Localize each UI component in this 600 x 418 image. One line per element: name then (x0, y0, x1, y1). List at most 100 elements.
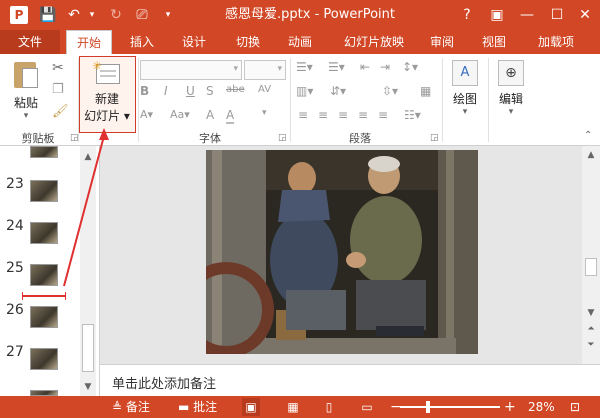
line-spacing-icon[interactable]: ↕▾ (402, 60, 418, 74)
save-icon[interactable]: 💾 (38, 5, 58, 25)
window-title: 感恩母爱.pptx - PowerPoint (225, 7, 395, 22)
align-text-icon[interactable]: ⇳▾ (382, 84, 398, 98)
slide-thumbnail[interactable] (30, 264, 58, 286)
slide-thumbnail[interactable] (30, 180, 58, 202)
slide-thumbnail[interactable] (30, 306, 58, 328)
tab-file[interactable]: 文件 (0, 30, 60, 54)
grow-font-icon[interactable]: A▾ (140, 108, 153, 121)
scroll-thumb[interactable] (82, 324, 94, 372)
normal-view-icon[interactable]: ▣ (242, 398, 260, 416)
clear-formatting-icon[interactable]: A (206, 108, 214, 122)
increase-indent-icon[interactable]: ⇥ (380, 60, 390, 74)
change-case-icon[interactable]: Aa▾ (170, 108, 190, 121)
notes-toggle-button[interactable]: ≜ 备注 (112, 396, 150, 418)
slide-number: 25 (6, 260, 24, 276)
underline-icon[interactable]: U (186, 84, 195, 98)
zoom-slider[interactable] (400, 401, 500, 413)
align-right-icon[interactable]: ≡ (338, 108, 348, 122)
fit-slide-icon[interactable]: ⊡ (566, 398, 584, 416)
text-direction-icon[interactable]: ⇵▾ (330, 84, 346, 98)
format-painter-icon[interactable]: 🖌 (52, 104, 69, 119)
font-launcher-icon[interactable]: ◲ (278, 133, 287, 143)
current-slide[interactable] (206, 150, 478, 354)
slide-show-icon[interactable]: ▭ (358, 398, 376, 416)
close-icon[interactable]: ✕ (570, 0, 600, 30)
next-slide-icon[interactable]: ⏷ (583, 338, 599, 352)
undo-dropdown-icon[interactable]: ▾ (82, 5, 102, 25)
title-bar: P 💾 ↶ ▾ ↻ ⎚ ▾ 感恩母爱.pptx - PowerPoint ? ▣… (0, 0, 600, 30)
slide-scrollbar[interactable]: ▲ ▼ ⏶ ⏷ (582, 146, 600, 364)
zoom-in-icon[interactable]: + (504, 396, 516, 418)
help-icon[interactable]: ? (452, 0, 482, 30)
editing-label: 编辑 (498, 92, 523, 106)
font-size-dropdown[interactable]: ▾ (244, 60, 286, 80)
tab-transitions[interactable]: 切换 (226, 30, 270, 54)
reading-view-icon[interactable]: ▯ (320, 398, 338, 416)
shapes-icon: A (452, 60, 478, 86)
slide-thumbnail[interactable] (30, 146, 58, 158)
bold-icon[interactable]: B (140, 84, 149, 98)
font-color-icon[interactable]: A (226, 108, 235, 124)
customize-qat-icon[interactable]: ▾ (158, 5, 178, 25)
font-name-dropdown[interactable]: ▾ (140, 60, 242, 80)
undo-icon[interactable]: ↶ (64, 5, 84, 25)
notes-pane[interactable]: 单击此处添加备注 (100, 364, 600, 396)
restore-icon[interactable]: ☐ (542, 0, 572, 30)
columns-icon[interactable]: ▥▾ (296, 84, 313, 98)
paragraph-spacing-icon[interactable]: ☷▾ (404, 108, 421, 122)
cut-icon[interactable]: ✂ (52, 60, 64, 76)
smartart-icon[interactable]: ▦ (420, 84, 431, 98)
slide-thumbnail[interactable] (30, 222, 58, 244)
zoom-level[interactable]: 28% (528, 396, 555, 418)
distributed-icon[interactable]: ≡ (378, 108, 388, 122)
paragraph-launcher-icon[interactable]: ◲ (430, 133, 439, 143)
previous-slide-icon[interactable]: ⏶ (583, 322, 599, 336)
scroll-up-icon[interactable]: ▲ (583, 148, 599, 162)
copy-icon[interactable]: ❐ (52, 82, 64, 97)
scroll-up-icon[interactable]: ▲ (80, 150, 96, 164)
justify-icon[interactable]: ≡ (358, 108, 368, 122)
separator (290, 58, 291, 142)
tab-design[interactable]: 设计 (172, 30, 216, 54)
thumbnail-scrollbar[interactable]: ▲ ▼ (80, 146, 96, 396)
numbering-icon[interactable]: ☰▾ (328, 60, 345, 74)
separator (442, 58, 443, 142)
text-shadow-icon[interactable]: S (206, 84, 214, 98)
character-spacing-icon[interactable]: AV (258, 84, 271, 95)
tab-view[interactable]: 视图 (472, 30, 516, 54)
redo-icon[interactable]: ↻ (106, 5, 126, 25)
align-left-icon[interactable]: ≡ (298, 108, 308, 122)
collapse-ribbon-icon[interactable]: ⌃ (584, 130, 592, 141)
new-slide-button[interactable]: ✳ 新建 幻灯片 ▾ (82, 60, 132, 124)
separator (488, 58, 489, 142)
bullets-icon[interactable]: ☰▾ (296, 60, 313, 74)
italic-icon[interactable]: I (164, 84, 168, 98)
scroll-down-icon[interactable]: ▼ (80, 380, 96, 394)
strikethrough-icon[interactable]: abe (226, 84, 245, 95)
notes-placeholder[interactable]: 单击此处添加备注 (112, 373, 216, 392)
tab-home[interactable]: 开始 (66, 30, 112, 54)
slide-sorter-icon[interactable]: ▦ (284, 398, 302, 416)
slide-thumbnail[interactable] (30, 348, 58, 370)
tab-addins[interactable]: 加载项 (528, 30, 584, 54)
tab-insert[interactable]: 插入 (120, 30, 164, 54)
tab-slide-show[interactable]: 幻灯片放映 (336, 30, 412, 54)
paste-button[interactable]: 粘贴 ▾ (6, 60, 46, 121)
tab-animations[interactable]: 动画 (278, 30, 322, 54)
drawing-label: 绘图 (452, 92, 477, 106)
scroll-thumb[interactable] (585, 258, 597, 276)
paragraph-group-label: 段落 (349, 132, 371, 145)
drawing-button[interactable]: A 绘图 ▾ (448, 60, 482, 117)
tab-review[interactable]: 审阅 (420, 30, 464, 54)
scroll-down-icon[interactable]: ▼ (583, 306, 599, 320)
slide-thumbnail-pane: 23 24 25 26 27 ▲ ▼ (0, 146, 100, 396)
editing-button[interactable]: ⊕ 编辑 ▾ (494, 60, 528, 117)
minimize-icon[interactable]: — (512, 0, 542, 30)
zoom-slider-knob[interactable] (426, 401, 430, 413)
comments-toggle-button[interactable]: ▬ 批注 (178, 396, 217, 418)
decrease-indent-icon[interactable]: ⇤ (360, 60, 370, 74)
center-icon[interactable]: ≡ (318, 108, 328, 122)
font-color-dropdown-icon[interactable]: ▾ (262, 108, 267, 118)
start-from-beginning-icon[interactable]: ⎚ (132, 5, 152, 25)
ribbon-display-options-icon[interactable]: ▣ (482, 0, 512, 30)
